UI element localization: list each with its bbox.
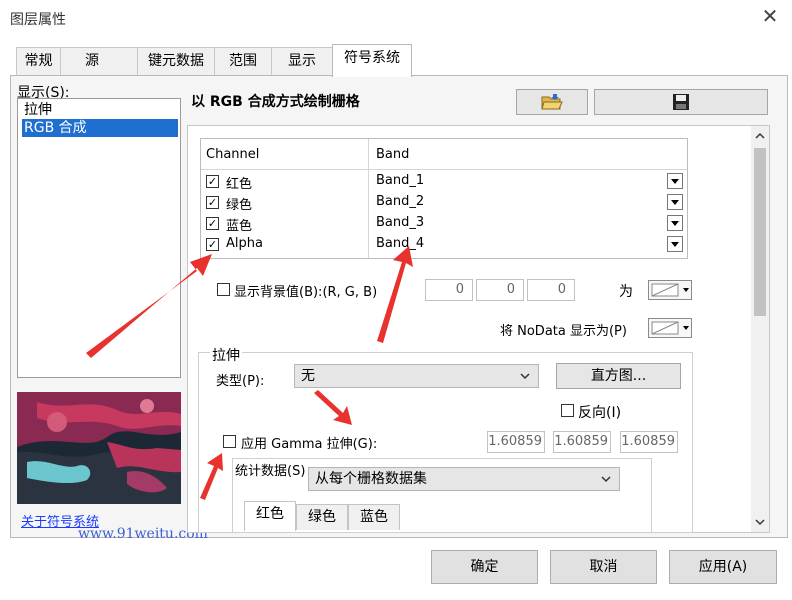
- ok-button[interactable]: 确定: [431, 550, 538, 584]
- channel-blue: 蓝色: [226, 219, 253, 234]
- nodata-label: 将 NoData 显示为(P): [500, 324, 627, 339]
- green-channel-checkbox[interactable]: ✓: [206, 196, 219, 209]
- statistics-select[interactable]: 从每个栅格数据集: [308, 467, 620, 491]
- invert-label: 反向(I): [578, 405, 622, 421]
- statistics-value: 从每个栅格数据集: [315, 471, 427, 487]
- scrollbar-thumb[interactable]: [754, 148, 766, 316]
- tab-red[interactable]: 红色: [244, 501, 296, 531]
- scroll-up-icon[interactable]: [755, 132, 765, 140]
- histogram-button[interactable]: 直方图...: [556, 363, 681, 389]
- stretch-type-select[interactable]: 无: [294, 364, 539, 388]
- open-folder-button[interactable]: [516, 89, 588, 115]
- gamma-b-input[interactable]: 1.60859: [620, 431, 678, 453]
- background-b-input[interactable]: 0: [527, 279, 575, 301]
- gamma-label: 应用 Gamma 拉伸(G):: [241, 437, 378, 452]
- nodata-color-picker[interactable]: [648, 318, 692, 338]
- save-icon: [673, 94, 689, 110]
- tab-source[interactable]: 源: [60, 47, 138, 75]
- band-alpha: Band_4: [376, 236, 425, 251]
- show-background-checkbox[interactable]: [217, 283, 230, 296]
- preview-image: [17, 392, 181, 504]
- gamma-checkbox[interactable]: [223, 435, 236, 448]
- band-blue: Band_3: [376, 215, 425, 230]
- band-red-dropdown[interactable]: [667, 173, 683, 189]
- channel-alpha: Alpha: [226, 236, 263, 251]
- band-blue-dropdown[interactable]: [667, 215, 683, 231]
- stretch-group-label: 拉伸: [210, 345, 242, 365]
- no-color-swatch-icon: [651, 283, 689, 297]
- tab-key-metadata[interactable]: 键元数据: [137, 47, 215, 75]
- statistics-label: 统计数据(S): [235, 460, 308, 479]
- background-label: 显示背景值(B):(R, G, B): [234, 285, 378, 300]
- apply-button[interactable]: 应用(A): [669, 550, 777, 584]
- cancel-button[interactable]: 取消: [550, 550, 657, 584]
- grid-header: Channel Band: [201, 139, 687, 170]
- grid-divider: [368, 139, 369, 258]
- tab-display[interactable]: 显示: [271, 47, 333, 75]
- renderer-list[interactable]: 拉伸 RGB 合成: [17, 98, 181, 378]
- save-button[interactable]: [594, 89, 768, 115]
- channel-band-grid: Channel Band ✓ 红色 Band_1 ✓ 绿色 Band_2 ✓ 蓝…: [200, 138, 688, 259]
- title-bar: 图层属性 ✕: [0, 0, 792, 34]
- alpha-channel-checkbox[interactable]: ✓: [206, 238, 219, 251]
- channel-red: 红色: [226, 177, 253, 192]
- band-alpha-dropdown[interactable]: [667, 236, 683, 252]
- invert-checkbox[interactable]: [561, 404, 574, 417]
- channel-green: 绿色: [226, 198, 253, 213]
- renderer-title: 以 RGB 合成方式绘制栅格: [191, 94, 360, 110]
- gamma-r-input[interactable]: 1.60859: [487, 431, 545, 453]
- channel-header: Channel: [206, 147, 260, 162]
- stretch-type-label: 类型(P):: [216, 374, 265, 389]
- close-icon[interactable]: ✕: [760, 6, 780, 26]
- no-color-swatch-icon: [651, 321, 689, 335]
- band-green-dropdown[interactable]: [667, 194, 683, 210]
- chevron-down-icon: [601, 476, 611, 483]
- window-title: 图层属性: [10, 12, 66, 28]
- tab-symbology[interactable]: 符号系统: [332, 44, 412, 77]
- as-label: 为: [619, 284, 633, 300]
- blue-channel-checkbox[interactable]: ✓: [206, 217, 219, 230]
- stretch-type-value: 无: [301, 368, 315, 384]
- tab-general[interactable]: 常规: [16, 47, 61, 75]
- band-red: Band_1: [376, 173, 425, 188]
- folder-icon: [541, 94, 563, 110]
- list-item-rgb-composite[interactable]: RGB 合成: [22, 119, 178, 137]
- background-r-input[interactable]: 0: [425, 279, 473, 301]
- chevron-down-icon: [520, 373, 530, 380]
- band-header: Band: [376, 147, 410, 162]
- list-item-stretch[interactable]: 拉伸: [22, 101, 52, 119]
- tab-blue[interactable]: 蓝色: [348, 504, 400, 530]
- tab-extent[interactable]: 范围: [214, 47, 272, 75]
- red-channel-checkbox[interactable]: ✓: [206, 175, 219, 188]
- background-g-input[interactable]: 0: [476, 279, 524, 301]
- background-color-picker[interactable]: [648, 280, 692, 300]
- gamma-g-input[interactable]: 1.60859: [553, 431, 611, 453]
- tab-green[interactable]: 绿色: [296, 504, 348, 530]
- scroll-down-icon[interactable]: [755, 518, 765, 526]
- band-green: Band_2: [376, 194, 425, 209]
